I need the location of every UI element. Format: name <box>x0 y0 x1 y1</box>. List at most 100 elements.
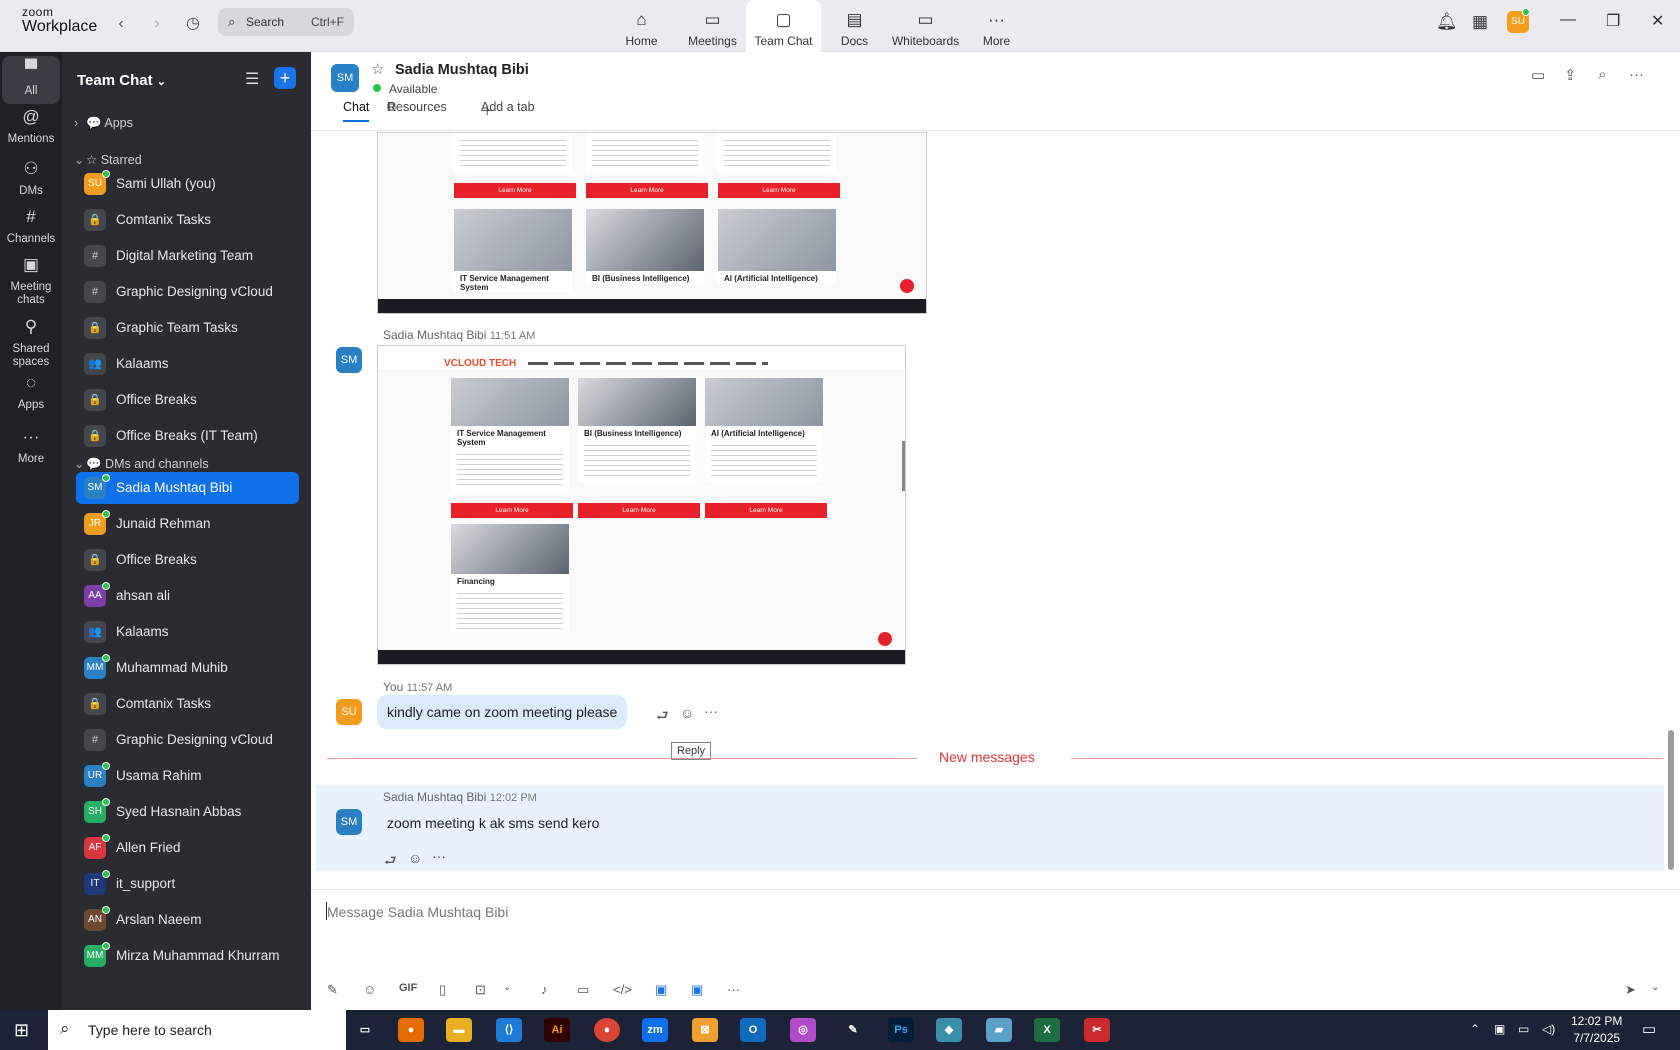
sidebar-item-office-breaks-it-team[interactable]: 🔒 Office Breaks (IT Team) <box>76 420 299 452</box>
sidebar-item-sami-ullah-you[interactable]: SU Sami Ullah (you) <box>76 168 299 200</box>
screenshot-image-2[interactable]: VCLOUD TECH IT Service Management System… <box>377 345 906 665</box>
network-icon[interactable]: ▭ <box>1518 1022 1529 1036</box>
filter-icon[interactable]: ☰ <box>245 69 259 89</box>
sidebar-item-office-breaks[interactable]: 🔒 Office Breaks <box>76 384 299 416</box>
tray-app-icon[interactable]: ▣ <box>1494 1022 1505 1036</box>
chat-avatar[interactable]: SM <box>331 64 359 92</box>
compose-placeholder[interactable]: Message Sadia Mushtaq Bibi <box>327 904 508 920</box>
rail-meeting-chats[interactable]: ▣ Meeting chats <box>2 252 60 313</box>
tab-meetings[interactable]: ▭ Meetings <box>675 0 750 52</box>
back-icon[interactable]: ‹ <box>110 13 132 35</box>
code-icon[interactable]: </> <box>613 982 632 997</box>
compose-box[interactable]: Message Sadia Mushtaq Bibi ✎ ☺ GIF ▯ ⊡ ⌄… <box>311 889 1680 1010</box>
emoji-icon[interactable]: ☺ <box>680 705 694 721</box>
search-input[interactable]: ⌕ Search Ctrl+F <box>218 8 354 36</box>
rail-channels[interactable]: # Channels <box>2 204 60 252</box>
chrome-icon[interactable]: ● <box>594 1018 620 1042</box>
rail-more[interactable]: ··· More <box>2 424 60 472</box>
maximize-icon[interactable]: ❐ <box>1606 11 1620 31</box>
section-dms[interactable]: ⌄ 💬 DMs and channels <box>74 456 209 472</box>
tab-chat[interactable]: Chat <box>343 100 370 122</box>
section-starred[interactable]: ⌄ ☆ Starred <box>74 152 142 167</box>
chevron-down-icon[interactable]: ⌄ <box>503 982 511 993</box>
excel-icon[interactable]: X <box>1034 1018 1060 1042</box>
sidebar-item-arslan-naeem[interactable]: AN Arslan Naeem <box>76 904 299 936</box>
more-icon[interactable]: ··· <box>727 982 740 997</box>
more-options-icon[interactable]: ··· <box>1629 66 1644 83</box>
taskbar-search[interactable]: ⌕ Type here to search <box>48 1010 346 1050</box>
chat-scrollbar[interactable] <box>1668 730 1674 870</box>
sidebar-item-kalaams[interactable]: 👥 Kalaams <box>76 616 299 648</box>
zoom-icon[interactable]: zm <box>642 1018 668 1042</box>
chat-title[interactable]: Sadia Mushtaq Bibi <box>395 62 529 78</box>
reply-icon[interactable]: ⮐ <box>656 705 669 729</box>
forward-icon[interactable]: › <box>146 13 168 35</box>
system-clock[interactable]: 12:02 PM 7/7/2025 <box>1571 1013 1622 1047</box>
volume-icon[interactable]: ◁) <box>1542 1022 1555 1036</box>
search-icon[interactable]: ⌕ <box>1598 66 1606 83</box>
chevron-down-icon[interactable]: ⌄ <box>1651 982 1659 993</box>
screenshot-icon[interactable]: ⊡ <box>475 982 486 998</box>
vscode-icon[interactable]: ⟨⟩ <box>496 1018 522 1042</box>
app-icon[interactable]: ◎ <box>790 1018 816 1042</box>
sidebar-item-graphic-designing-vcloud[interactable]: # Graphic Designing vCloud <box>76 276 299 308</box>
tab-docs[interactable]: ▤ Docs <box>817 0 892 52</box>
send-icon[interactable]: ➤ <box>1625 982 1636 998</box>
emoji-icon[interactable]: ☺ <box>363 982 376 997</box>
section-apps[interactable]: › 💬 Apps <box>74 116 133 131</box>
app-icon[interactable]: ◆ <box>936 1018 962 1042</box>
message-bubble[interactable]: zoom meeting k ak sms send kero <box>377 806 610 840</box>
tab-home[interactable]: ⌂ Home <box>604 0 679 52</box>
rail-shared-spaces[interactable]: ⚲ Shared spaces <box>2 314 60 375</box>
mic-icon[interactable]: ♪ <box>541 982 548 997</box>
app-icon[interactable]: ▣ <box>655 982 667 998</box>
windows-start-icon[interactable]: ⊞ <box>14 1020 29 1041</box>
sidebar-item-allen-fried[interactable]: AF Allen Fried <box>76 832 299 864</box>
app-icon[interactable]: ▰ <box>986 1018 1012 1042</box>
sidebar-item-sadia-mushtaq-bibi[interactable]: SM Sadia Mushtaq Bibi <box>76 472 299 504</box>
notification-icon[interactable]: ▭ <box>1642 1020 1656 1038</box>
tab-team-chat[interactable]: ▢ Team Chat <box>746 0 821 52</box>
sidebar-item-graphic-team-tasks[interactable]: 🔒 Graphic Team Tasks <box>76 312 299 344</box>
sidebar-item-ahsan-ali[interactable]: AA ahsan ali <box>76 580 299 612</box>
tab-more[interactable]: ··· More <box>959 0 1034 52</box>
screenshot-image-1[interactable]: Learn More Learn More Learn More IT Serv… <box>377 132 927 314</box>
task-view-icon[interactable]: ▭ <box>352 1018 378 1042</box>
more-actions-icon[interactable]: ··· <box>704 703 718 719</box>
message-bubble[interactable]: kindly came on zoom meeting please <box>377 695 628 729</box>
sidebar-item-digital-marketing-team[interactable]: # Digital Marketing Team <box>76 240 299 272</box>
gif-button[interactable]: GIF <box>399 982 417 994</box>
sidebar-item-usama-rahim[interactable]: UR Usama Rahim <box>76 760 299 792</box>
reply-icon[interactable]: ⮐ <box>384 850 397 874</box>
sidebar-item-mirza-muhammad-khurram[interactable]: MM Mirza Muhammad Khurram <box>76 940 299 972</box>
app-icon[interactable]: ✂ <box>1084 1018 1110 1042</box>
illustrator-icon[interactable]: Ai <box>544 1018 570 1042</box>
rail-dms[interactable]: ⚇ DMs <box>2 156 60 204</box>
video-message-icon[interactable]: ▭ <box>577 982 589 998</box>
sidebar-item-syed-hasnain-abbas[interactable]: SH Syed Hasnain Abbas <box>76 796 299 828</box>
sender-avatar[interactable]: SM <box>336 347 362 373</box>
sidebar-item-graphic-designing-vcloud[interactable]: # Graphic Designing vCloud <box>76 724 299 756</box>
rail-all[interactable]: ▀ All <box>2 56 60 104</box>
sidebar-title[interactable]: Team Chat ⌄ <box>77 72 166 89</box>
video-call-icon[interactable]: ▭ <box>1531 66 1545 84</box>
new-chat-button[interactable]: + <box>274 67 296 89</box>
sidebar-item-office-breaks[interactable]: 🔒 Office Breaks <box>76 544 299 576</box>
share-screen-icon[interactable]: ⇪ <box>1564 66 1577 84</box>
bell-icon[interactable]: 🔔︎ <box>1436 12 1458 32</box>
sender-avatar[interactable]: SM <box>336 809 362 835</box>
close-icon[interactable]: ✕ <box>1651 11 1664 31</box>
sidebar-item-comtanix-tasks[interactable]: 🔒 Comtanix Tasks <box>76 204 299 236</box>
file-explorer-icon[interactable]: ▬ <box>446 1018 472 1042</box>
app-icon[interactable]: ⊠ <box>692 1018 718 1042</box>
tray-chevron-icon[interactable]: ⌃ <box>1470 1022 1480 1036</box>
rail-apps[interactable]: ◌ Apps <box>2 370 60 418</box>
calendar-icon[interactable]: ▦ <box>1472 12 1488 32</box>
history-icon[interactable]: ◷ <box>182 13 204 35</box>
sidebar-item-muhammad-muhib[interactable]: MM Muhammad Muhib <box>76 652 299 684</box>
rail-mentions[interactable]: @ Mentions <box>2 104 60 152</box>
minimize-icon[interactable]: — <box>1560 11 1576 29</box>
sidebar-item-comtanix-tasks[interactable]: 🔒 Comtanix Tasks <box>76 688 299 720</box>
outlook-icon[interactable]: O <box>740 1018 766 1042</box>
photoshop-icon[interactable]: Ps <box>888 1018 914 1042</box>
